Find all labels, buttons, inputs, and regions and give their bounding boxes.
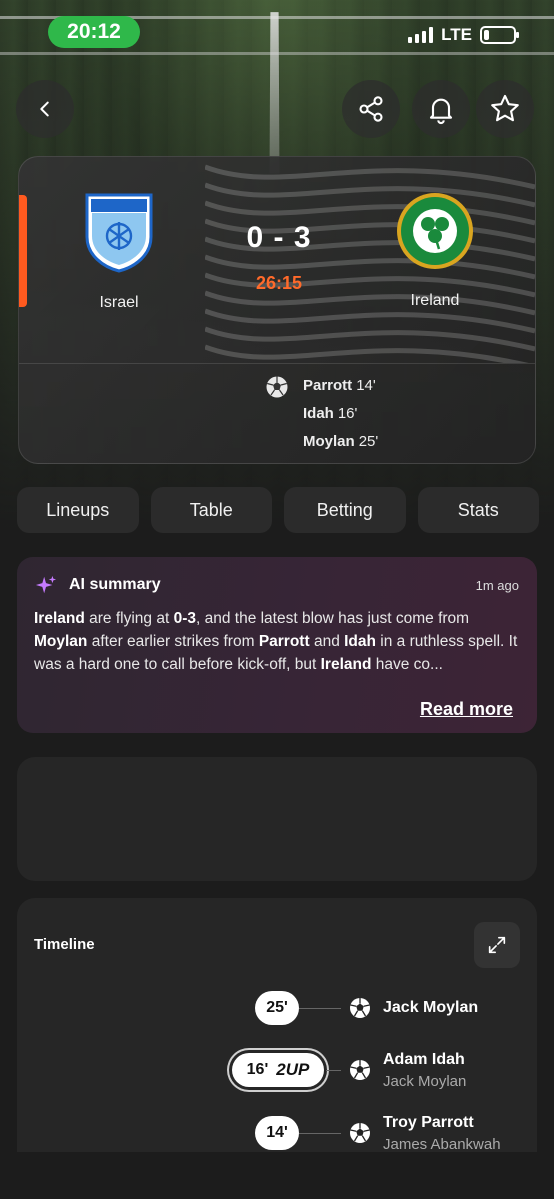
chevron-left-icon — [40, 101, 49, 117]
pitch-line — [0, 52, 554, 55]
sparkle-icon — [35, 575, 57, 594]
timeline-event[interactable]: 25' Jack Moylan — [17, 991, 537, 1039]
ai-summary-header: AI summary 1m ago — [35, 573, 519, 597]
event-minute-badge: 16' 2UP — [232, 1053, 324, 1087]
battery-icon — [480, 26, 519, 44]
timeline-title: Timeline — [34, 936, 95, 953]
scorer-minute: 14' — [356, 376, 376, 394]
timeline-connector — [299, 1133, 341, 1134]
scorers-list: Parrott 14' Idah 16' Moylan 25' — [303, 371, 378, 455]
score-card: Israel 0 - 3 26:15 Ireland Parrott 14' I… — [18, 156, 536, 464]
home-team[interactable]: Israel — [49, 191, 189, 312]
tab-stats[interactable]: Stats — [417, 487, 539, 533]
event-minute: 16' — [246, 1061, 269, 1078]
away-team[interactable]: Ireland — [365, 191, 505, 310]
ai-summary-run: Ireland — [320, 656, 372, 673]
match-clock: 26:15 — [255, 273, 303, 293]
tab-lineups[interactable]: Lineups — [17, 487, 139, 533]
screen-bottom — [0, 1152, 554, 1199]
away-team-name: Ireland — [410, 292, 460, 309]
ai-summary-run: Parrott — [258, 633, 310, 650]
bell-icon — [429, 98, 453, 124]
timeline-connector — [299, 1008, 341, 1009]
event-player: Jack Moylan — [383, 999, 479, 1016]
scorer-minute: 25' — [358, 432, 379, 450]
goal-icon — [350, 998, 370, 1018]
ai-summary-run: are flying at — [84, 610, 174, 627]
expand-icon — [488, 936, 506, 954]
live-indicator — [19, 195, 27, 307]
share-button[interactable] — [342, 80, 400, 138]
tab-betting[interactable]: Betting — [284, 487, 406, 533]
read-more-link[interactable]: Read more — [420, 699, 513, 720]
match-tabs: Lineups Table Betting Stats — [17, 487, 539, 533]
scorer-name: Moylan — [303, 432, 355, 450]
notifications-button[interactable] — [412, 80, 470, 138]
ai-summary-run: after earlier strikes from — [87, 633, 259, 650]
scorer-row: Moylan 25' — [303, 427, 378, 455]
ai-summary-run: and — [309, 633, 345, 650]
ai-summary-card[interactable]: AI summary 1m ago Ireland are flying at … — [17, 557, 537, 733]
event-minute: 14' — [255, 1116, 299, 1150]
ai-summary-run: , and the latest blow has just come from — [195, 610, 470, 627]
event-player: Troy Parrott — [383, 1114, 474, 1131]
timeline-connector — [326, 1070, 341, 1071]
event-assist: James Abankwah — [383, 1136, 501, 1153]
ai-summary-run: Ireland — [34, 610, 85, 627]
ai-summary-time: 1m ago — [475, 577, 519, 593]
football-icon — [266, 376, 288, 398]
match-score: 0 - 3 — [246, 221, 312, 254]
ai-summary-title: AI summary — [69, 576, 161, 593]
goal-icon — [350, 1060, 370, 1080]
event-minute: 25' — [255, 991, 299, 1025]
pitch-line — [269, 12, 280, 174]
share-icon — [359, 96, 383, 122]
scorer-name: Parrott — [303, 376, 353, 394]
back-button[interactable] — [16, 80, 74, 138]
event-player: Adam Idah — [383, 1051, 465, 1068]
ai-summary-text: Ireland are flying at 0-3, and the lates… — [34, 607, 520, 676]
tab-table[interactable]: Table — [150, 487, 272, 533]
scorer-minute: 16' — [337, 404, 358, 422]
ai-summary-run: 0-3 — [173, 610, 196, 627]
scorer-name: Idah — [303, 404, 334, 422]
network-label: LTE — [441, 25, 472, 44]
star-icon — [491, 94, 519, 122]
score-header: Israel 0 - 3 26:15 Ireland — [19, 157, 535, 363]
favorite-button[interactable] — [476, 80, 534, 138]
ai-summary-run: Moylan — [34, 633, 88, 650]
ai-summary-run: have co... — [371, 656, 443, 673]
scorer-row: Parrott 14' — [303, 371, 378, 399]
israel-crest-icon — [85, 193, 153, 273]
goal-icon — [350, 1123, 370, 1143]
divider — [19, 363, 535, 364]
ireland-crest-icon — [397, 193, 473, 269]
event-badge: 2UP — [276, 1060, 310, 1079]
timeline-event[interactable]: 16' 2UP Adam Idah Jack Moylan — [17, 1051, 537, 1101]
signal-icon — [408, 27, 434, 43]
expand-button[interactable] — [474, 922, 520, 968]
ai-summary-run: Idah — [344, 633, 376, 650]
home-team-name: Israel — [99, 294, 139, 311]
event-assist: Jack Moylan — [383, 1073, 467, 1090]
placeholder-card — [17, 757, 537, 881]
status-indicators: LTE — [408, 24, 519, 46]
status-time: 20:12 — [48, 16, 140, 48]
scorer-row: Idah 16' — [303, 399, 378, 427]
